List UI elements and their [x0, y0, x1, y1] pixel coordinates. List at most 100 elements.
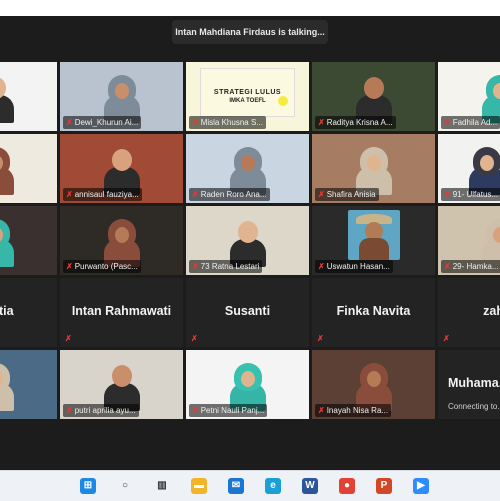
search-icon[interactable]: ○ — [117, 478, 133, 494]
participant-figure — [0, 149, 16, 193]
participant-tile[interactable]: ✗73 Ratna Lestari — [186, 206, 309, 275]
slide-title: STRATEGI LULUS — [201, 89, 294, 96]
participant-tile[interactable]: ✗Purwanto (Pasc... — [60, 206, 183, 275]
windows-icon[interactable]: ⊞ — [80, 478, 96, 494]
active-speaker-banner: Intan Mahdiana Firdaus is talking... — [172, 20, 328, 44]
participant-name: putri aprilia ayu... — [75, 406, 136, 415]
participant-name: Dewi_Khurun Ai... — [75, 118, 139, 127]
participant-tile[interactable]: aja... — [0, 206, 57, 275]
muted-mic-icon: ✗ — [66, 404, 73, 417]
windows-taskbar: ⊞ ○ ▥ ▬ ✉ e W ● P ▶ — [0, 470, 500, 501]
participant-figure — [354, 365, 394, 409]
participant-name-label: ✗Raditya Krisna A... — [315, 116, 396, 129]
participant-tile[interactable]: ✗Raditya Krisna A... — [312, 62, 435, 131]
participant-name: Susanti — [186, 304, 309, 318]
participant-name: Misla Khusna S... — [201, 118, 263, 127]
participant-tile[interactable]: Susanti ✗ — [186, 278, 309, 347]
participant-tile[interactable]: nestia — [0, 278, 57, 347]
participant-figure — [354, 149, 394, 193]
word-icon[interactable]: W — [302, 478, 318, 494]
participant-name-label: ✗Dewi_Khurun Ai... — [63, 116, 141, 129]
participant-name: 73 Ratna Lestari — [201, 262, 260, 271]
shared-slide: STRATEGI LULUSIMKA TOEFL — [200, 68, 295, 117]
muted-mic-icon: ✗ — [444, 260, 451, 273]
participant-tile[interactable]: ✗annisaul fauziya... — [60, 134, 183, 203]
participant-name-label: ✗Misla Khusna S... — [189, 116, 266, 129]
mail-icon[interactable]: ✉ — [228, 478, 244, 494]
muted-mic-icon: ✗ — [318, 260, 325, 273]
participant-tile[interactable]: ✗Uswatun Hasan... — [312, 206, 435, 275]
participant-figure — [480, 77, 500, 121]
participant-name: Inayah Nisa Ra... — [327, 406, 388, 415]
participant-tile[interactable]: ✗Petni Nauli Panj... — [186, 350, 309, 419]
powerpoint-icon[interactable]: P — [376, 478, 392, 494]
muted-mic-icon: ✗ — [65, 334, 72, 343]
participant-tile[interactable]: ST✗91- Ulfatus... — [438, 134, 500, 203]
window-top-strip — [0, 0, 500, 16]
participant-name: Shafira Anisia — [327, 190, 376, 199]
participant-figure — [0, 221, 16, 265]
participant-tile[interactable]: ✗Inayah Nisa Ra... — [312, 350, 435, 419]
muted-mic-icon: ✗ — [192, 188, 199, 201]
muted-mic-icon: ✗ — [444, 188, 451, 201]
participant-figure — [228, 365, 268, 409]
participant-name: Fadhila Ad... — [453, 118, 497, 127]
participant-tile[interactable]: zahra ✗ — [438, 278, 500, 347]
participant-name-label: ✗73 Ratna Lestari — [189, 260, 262, 273]
participant-tile[interactable]: ✗Dewi_Khurun Ai... — [60, 62, 183, 131]
muted-mic-icon: ✗ — [192, 116, 199, 129]
participant-tile[interactable]: ✗Raden Roro Ana... — [186, 134, 309, 203]
muted-mic-icon: ✗ — [192, 404, 199, 417]
profile-picture — [348, 210, 400, 260]
participant-tile[interactable]: Intan Rahmawati✗ — [60, 278, 183, 347]
participant-tile[interactable]: ✗putri aprilia ayu... — [60, 350, 183, 419]
muted-mic-icon: ✗ — [66, 260, 73, 273]
participant-tile[interactable]: ✗Fadhila Ad... — [438, 62, 500, 131]
participant-name-label: ✗putri aprilia ayu... — [63, 404, 139, 417]
participant-figure — [228, 149, 268, 193]
participant-figure — [102, 221, 142, 265]
participant-tile[interactable]: ✗29- Hamka... — [438, 206, 500, 275]
zoom-icon[interactable]: ▶ — [413, 478, 429, 494]
participant-tile[interactable]: ahid — [0, 350, 57, 419]
participant-name: 91- Ulfatus... — [453, 190, 498, 199]
participant-figure — [0, 77, 16, 121]
participant-name: Petni Nauli Panj... — [201, 406, 265, 415]
edge-icon[interactable]: e — [265, 478, 281, 494]
muted-mic-icon: ✗ — [318, 404, 325, 417]
participant-figure — [228, 221, 268, 265]
participant-figure — [354, 77, 394, 121]
participant-figure — [480, 221, 500, 265]
participant-name: annisaul fauziya... — [75, 190, 139, 199]
participant-name-label: ✗Shafira Anisia — [315, 188, 379, 201]
task-view-icon[interactable]: ▥ — [154, 478, 170, 494]
muted-mic-icon: ✗ — [191, 334, 198, 343]
participant-figure — [102, 365, 142, 409]
participant-tile[interactable]: ✗Shafira Anisia — [312, 134, 435, 203]
participant-tile[interactable]: Muhama...Connecting to... — [438, 350, 500, 419]
connecting-status: Connecting to... — [448, 402, 500, 411]
muted-mic-icon: ✗ — [317, 334, 324, 343]
chrome-icon[interactable]: ● — [339, 478, 355, 494]
file-explorer-icon[interactable]: ▬ — [191, 478, 207, 494]
participant-figure — [102, 149, 142, 193]
participant-tile[interactable]: Finka Navita ✗ — [312, 278, 435, 347]
muted-mic-icon: ✗ — [318, 116, 325, 129]
participant-name: Purwanto (Pasc... — [75, 262, 138, 271]
participant-name: zahra — [438, 304, 500, 318]
participant-tile[interactable]: STRATEGI LULUSIMKA TOEFL✗Misla Khusna S.… — [186, 62, 309, 131]
meeting-gallery: Intan Mahdiana Firdaus is talking... ✗NI… — [0, 16, 500, 470]
participant-tile[interactable]: s — [0, 134, 57, 203]
participant-name: Raden Roro Ana... — [201, 190, 267, 199]
muted-mic-icon: ✗ — [443, 334, 450, 343]
muted-mic-icon: ✗ — [318, 188, 325, 201]
muted-mic-icon: ✗ — [192, 260, 199, 273]
participant-name: Uswatun Hasan... — [327, 262, 390, 271]
participant-tile[interactable]: ✗NI... — [0, 62, 57, 131]
participant-name-label: ✗Uswatun Hasan... — [315, 260, 393, 273]
muted-mic-icon: ✗ — [66, 116, 73, 129]
participant-name-label: ✗annisaul fauziya... — [63, 188, 142, 201]
participant-name-label: ✗Inayah Nisa Ra... — [315, 404, 391, 417]
participant-name-label: ✗29- Hamka... — [441, 260, 500, 273]
participant-name: Finka Navita — [312, 304, 435, 318]
